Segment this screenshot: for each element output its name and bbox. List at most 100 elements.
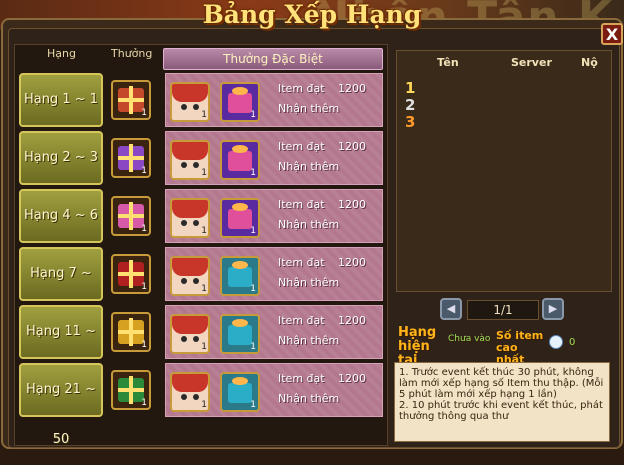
character-avatar-icon[interactable]: 1 — [170, 82, 210, 122]
reward-row: Hạng 2 ~ 3 1 1 1 Item đạt 1200 Nhận thêm — [19, 131, 383, 187]
avatar-count: 1 — [201, 226, 207, 236]
gift-count: 1 — [141, 166, 147, 176]
special-box — [228, 209, 252, 229]
special-box — [228, 93, 252, 113]
gift-count: 1 — [141, 340, 147, 350]
reward-gift-icon[interactable]: 1 — [111, 254, 151, 294]
special-reward-cell: 1 1 Item đạt 1200 Nhận thêm — [165, 363, 383, 417]
item-value: 1200 — [338, 256, 366, 269]
item-value: 1200 — [338, 372, 366, 385]
column-rank-header: Hạng — [47, 47, 76, 60]
prev-page-button[interactable]: ◀ — [440, 298, 462, 320]
bonus-label: Nhận thêm — [278, 218, 340, 231]
reward-row: Hạng 11 ~ 20 1 1 1 Item đạt 1200 Nhận thêm — [19, 305, 383, 389]
page-indicator: 1/1 — [467, 300, 539, 320]
current-rank-value: Chưa vào — [448, 334, 491, 344]
leaderboard-score-header: Nộ — [581, 56, 598, 69]
special-reward-cell: 1 1 Item đạt 1200 Nhận thêm — [165, 189, 383, 243]
special-reward-tab[interactable]: Thưởng Đặc Biệt — [163, 48, 383, 70]
item-label: Item đạt — [278, 314, 325, 327]
reward-gift-icon[interactable]: 1 — [111, 138, 151, 178]
bonus-label: Nhận thêm — [278, 276, 340, 289]
item-value: 1200 — [338, 82, 366, 95]
close-button[interactable]: X — [601, 23, 623, 45]
special-box-icon[interactable]: 1 — [220, 314, 260, 354]
character-avatar-icon[interactable]: 1 — [170, 198, 210, 238]
notes-box: 1. Trước event kết thúc 30 phút, không l… — [394, 362, 610, 442]
special-box-icon[interactable]: 1 — [220, 140, 260, 180]
box-count: 1 — [250, 168, 256, 178]
rank-range-button[interactable]: Hạng 4 ~ 6 — [19, 189, 103, 243]
gift-count: 1 — [141, 108, 147, 118]
leaderboard-entry-2: 2 — [405, 96, 416, 114]
bonus-label: Nhận thêm — [278, 160, 340, 173]
gift-count: 1 — [141, 282, 147, 292]
special-box — [228, 151, 252, 171]
special-reward-cell: 1 1 Item đạt 1200 Nhận thêm — [165, 305, 383, 359]
item-label: Item đạt — [278, 372, 325, 385]
leaderboard-entry-1: 1 — [405, 79, 416, 97]
reward-gift-icon[interactable]: 1 — [111, 370, 151, 410]
item-label: Item đạt — [278, 198, 325, 211]
pager: ◀ 1/1 ▶ — [440, 298, 564, 320]
character-avatar-icon[interactable]: 1 — [170, 256, 210, 296]
rank-range-button[interactable]: Hạng 2 ~ 3 — [19, 131, 103, 185]
box-count: 1 — [250, 284, 256, 294]
box-count: 1 — [250, 342, 256, 352]
leaderboard-server-header: Server — [511, 56, 552, 69]
item-label: Item đạt — [278, 140, 325, 153]
bonus-label: Nhận thêm — [278, 102, 340, 115]
character-avatar-icon[interactable]: 1 — [170, 372, 210, 412]
bonus-label: Nhận thêm — [278, 334, 340, 347]
gift-count: 1 — [141, 224, 147, 234]
gem-icon — [549, 335, 563, 349]
special-reward-cell: 1 1 Item đạt 1200 Nhận thêm — [165, 131, 383, 185]
special-box — [228, 267, 252, 287]
special-box-icon[interactable]: 1 — [220, 198, 260, 238]
character-avatar-icon[interactable]: 1 — [170, 140, 210, 180]
reward-row: Hạng 4 ~ 6 1 1 1 Item đạt 1200 Nhận thêm — [19, 189, 383, 245]
character-avatar-icon[interactable]: 1 — [170, 314, 210, 354]
item-value: 1200 — [338, 314, 366, 327]
special-reward-cell: 1 1 Item đạt 1200 Nhận thêm — [165, 73, 383, 127]
leaderboard-entry-3: 3 — [405, 113, 416, 131]
special-box-icon[interactable]: 1 — [220, 82, 260, 122]
reward-row: Hạng 21 ~ 50 1 1 1 Item đạt 1200 Nhận thêm — [19, 363, 383, 447]
reward-gift-icon[interactable]: 1 — [111, 80, 151, 120]
reward-panel: Hạng Thưởng Thưởng Đặc Biệt Hạng 1 ~ 111… — [14, 44, 388, 447]
note-line-1: 1. Trước event kết thúc 30 phút, không l… — [399, 367, 604, 400]
special-box-icon[interactable]: 1 — [220, 372, 260, 412]
special-box — [228, 325, 252, 345]
avatar-count: 1 — [201, 400, 207, 410]
next-page-button[interactable]: ▶ — [542, 298, 564, 320]
box-count: 1 — [250, 110, 256, 120]
item-label: Item đạt — [278, 256, 325, 269]
special-box-icon[interactable]: 1 — [220, 256, 260, 296]
column-reward-header: Thưởng — [111, 47, 153, 60]
rank-range-button[interactable]: Hạng 11 ~ 20 — [19, 305, 103, 389]
reward-row: Hạng 1 ~ 1 1 1 1 Item đạt 1200 Nhận thêm — [19, 73, 383, 129]
reward-row: Hạng 7 ~ 10 1 1 1 Item đạt 1200 Nhận thêm — [19, 247, 383, 331]
box-count: 1 — [250, 400, 256, 410]
rank-range-button[interactable]: Hạng 7 ~ 10 — [19, 247, 103, 331]
window-title: Bảng Xếp Hạng — [202, 0, 422, 29]
box-count: 1 — [250, 226, 256, 236]
avatar-count: 1 — [201, 168, 207, 178]
rank-range-button[interactable]: Hạng 21 ~ 50 — [19, 363, 103, 447]
leaderboard-name-header: Tên — [437, 56, 459, 69]
special-reward-cell: 1 1 Item đạt 1200 Nhận thêm — [165, 247, 383, 301]
bonus-label: Nhận thêm — [278, 392, 340, 405]
gift-count: 1 — [141, 398, 147, 408]
top-items-label: Số item cao nhất — [496, 329, 544, 366]
leaderboard-panel: Tên Server Nộ 1 2 3 — [396, 50, 612, 292]
avatar-count: 1 — [201, 342, 207, 352]
item-value: 1200 — [338, 140, 366, 153]
reward-gift-icon[interactable]: 1 — [111, 312, 151, 352]
note-line-2: 2. 10 phút trước khi event kết thúc, phá… — [399, 400, 603, 422]
rank-range-button[interactable]: Hạng 1 ~ 1 — [19, 73, 103, 127]
top-items-value: 0 — [569, 337, 576, 348]
avatar-count: 1 — [201, 284, 207, 294]
reward-gift-icon[interactable]: 1 — [111, 196, 151, 236]
item-label: Item đạt — [278, 82, 325, 95]
item-value: 1200 — [338, 198, 366, 211]
